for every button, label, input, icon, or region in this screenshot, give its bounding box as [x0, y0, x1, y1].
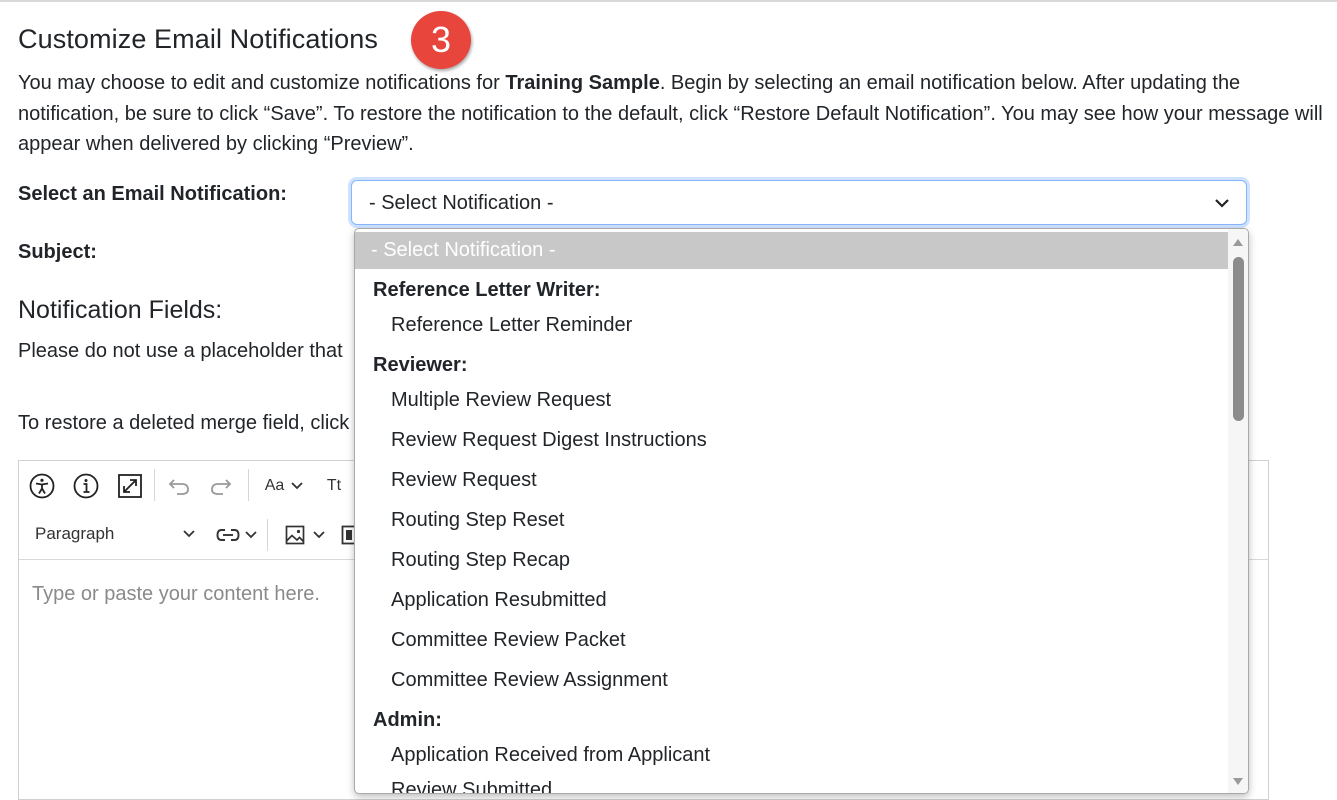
paragraph-style-select[interactable]: Paragraph	[35, 522, 195, 548]
image-icon	[285, 525, 305, 545]
intro-text: You may choose to edit and customize not…	[18, 68, 1328, 160]
font-size-dropdown[interactable]: Aa	[259, 475, 309, 497]
dropdown-option[interactable]: Multiple Review Request	[391, 389, 1248, 412]
notification-dropdown-list[interactable]: - Select Notification - Reference Letter…	[354, 228, 1249, 794]
restore-merge-field-note: To restore a deleted merge field, click	[18, 412, 350, 434]
redo-icon[interactable]	[208, 475, 234, 497]
notification-select-value: - Select Notification -	[369, 192, 554, 214]
chevron-down-icon	[244, 531, 257, 539]
top-divider	[0, 0, 1337, 2]
dropdown-option-selected[interactable]: - Select Notification -	[355, 232, 1229, 269]
undo-icon[interactable]	[166, 475, 192, 497]
dropdown-option[interactable]: Routing Step Recap	[391, 549, 1248, 572]
dropdown-group-admin: Admin:	[373, 709, 442, 731]
text-case-label: Tt	[326, 477, 342, 494]
dropdown-option[interactable]: Reference Letter Reminder	[391, 314, 1248, 337]
dropdown-option[interactable]: Committee Review Assignment	[391, 669, 1248, 692]
dropdown-option[interactable]: Review Submitted	[391, 779, 1248, 793]
placeholder-note: Please do not use a placeholder that	[18, 340, 343, 362]
link-button[interactable]	[212, 524, 260, 546]
info-icon[interactable]	[72, 472, 100, 500]
subject-label: Subject:	[18, 241, 97, 263]
project-name: Training Sample	[505, 72, 660, 94]
dropdown-group-reviewer: Reviewer:	[373, 354, 468, 376]
dropdown-group-reference-letter-writer: Reference Letter Writer:	[373, 279, 601, 301]
chevron-down-icon	[291, 482, 303, 490]
toolbar-separator	[267, 519, 268, 551]
text-case-button[interactable]: Tt	[322, 475, 346, 497]
dropdown-option[interactable]: Review Request Digest Instructions	[391, 429, 1248, 452]
scrollbar-thumb[interactable]	[1233, 257, 1244, 421]
fullscreen-icon[interactable]	[116, 472, 144, 500]
dropdown-scrollbar[interactable]	[1228, 229, 1248, 793]
accessibility-icon[interactable]	[28, 472, 56, 500]
notification-select[interactable]: - Select Notification -	[351, 180, 1247, 225]
dropdown-option[interactable]: Review Request	[391, 469, 1248, 492]
chevron-down-icon	[1215, 199, 1229, 208]
chevron-down-icon	[183, 530, 195, 538]
link-icon	[216, 529, 239, 541]
dropdown-option[interactable]: Committee Review Packet	[391, 629, 1248, 652]
notification-fields-title: Notification Fields:	[18, 296, 223, 324]
paragraph-style-label: Paragraph	[35, 524, 115, 543]
media-icon[interactable]	[341, 524, 355, 546]
toolbar-separator	[154, 469, 155, 501]
dropdown-option[interactable]: Routing Step Reset	[391, 509, 1248, 532]
page-title: Customize Email Notifications	[18, 24, 379, 54]
dropdown-option[interactable]: Application Resubmitted	[391, 589, 1248, 612]
dropdown-option[interactable]: Application Received from Applicant	[391, 744, 1248, 767]
scroll-up-arrow-icon[interactable]	[1232, 237, 1244, 247]
scroll-down-arrow-icon[interactable]	[1232, 777, 1244, 787]
font-size-label: Aa	[264, 477, 285, 494]
image-button[interactable]	[281, 523, 329, 547]
select-notification-label: Select an Email Notification:	[18, 183, 287, 205]
editor-placeholder[interactable]: Type or paste your content here.	[32, 583, 320, 606]
toolbar-separator	[248, 469, 249, 501]
intro-part-1: You may choose to edit and customize not…	[18, 72, 506, 94]
chevron-down-icon	[313, 531, 325, 539]
step-badge: 3	[411, 11, 471, 69]
